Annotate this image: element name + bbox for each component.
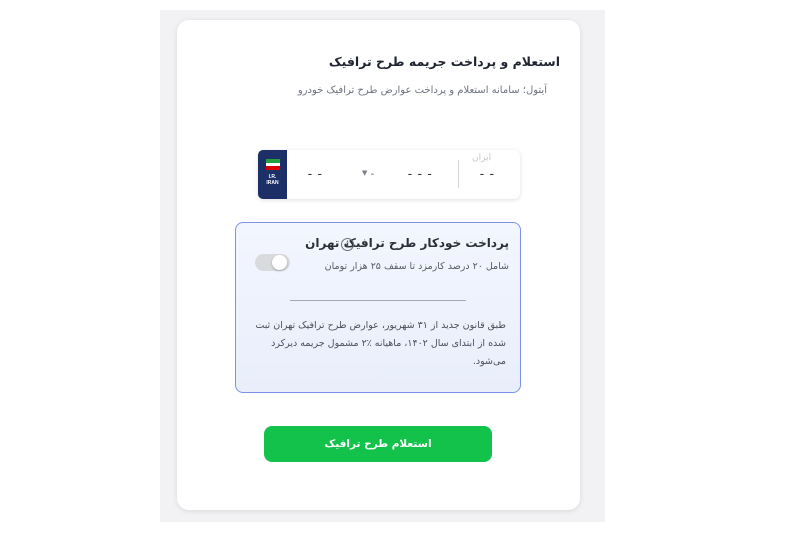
auto-pay-note: طبق قانون جدید از ۳۱ شهریور، عوارض طرح ت…	[255, 320, 506, 367]
license-plate-input[interactable]: I.R. IRAN -- ▼ - --- ایران --	[258, 150, 520, 199]
traffic-inquiry-button[interactable]: استعلام طرح ترافیک	[264, 426, 492, 462]
plate-divider	[458, 160, 459, 188]
plate-iran-code-field[interactable]: --	[478, 167, 498, 182]
plate-letter-select[interactable]: ▼ -	[362, 169, 374, 180]
plate-iran-label: ایران	[472, 153, 492, 163]
auto-pay-description: شامل ۲۰ درصد کارمزد تا سقف ۲۵ هزار تومان	[324, 261, 509, 272]
plate-country-label: I.R. IRAN	[266, 174, 279, 186]
inquiry-card: استعلام و پرداخت جریمه طرح ترافیک آیتول؛…	[177, 20, 580, 510]
chevron-down-icon: ▼	[362, 169, 368, 177]
plate-flag-strip: I.R. IRAN	[258, 150, 287, 199]
auto-pay-toggle[interactable]	[255, 254, 290, 271]
toggle-knob	[272, 255, 287, 270]
plate-two-digit-field[interactable]: --	[306, 167, 326, 182]
page-title: استعلام و پرداخت جریمه طرح ترافیک	[328, 54, 560, 69]
info-icon[interactable]: i	[341, 238, 354, 251]
plate-three-digit-field[interactable]: ---	[406, 167, 435, 182]
auto-pay-title: پرداخت خودکار طرح ترافیک تهران	[305, 236, 509, 250]
iran-flag-icon	[266, 159, 280, 170]
auto-pay-panel: پرداخت خودکار طرح ترافیک تهران i شامل ۲۰…	[235, 222, 521, 393]
page-subtitle: آیتول؛ سامانه استعلام و پرداخت عوارض طرح…	[297, 85, 547, 96]
divider	[290, 300, 466, 301]
